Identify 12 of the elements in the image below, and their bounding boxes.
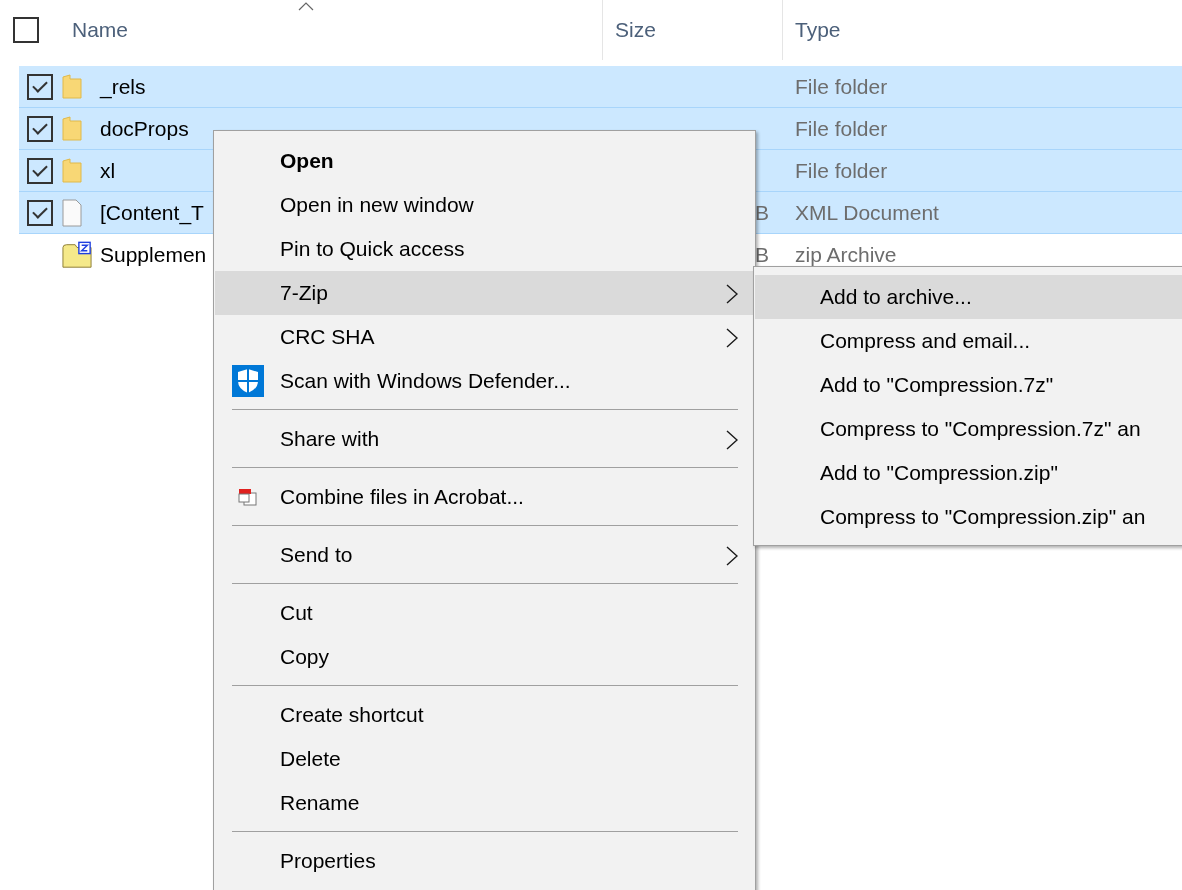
file-type: File folder: [794, 74, 889, 99]
file-type: File folder: [794, 158, 889, 183]
file-size: B: [755, 200, 769, 225]
file-type: File folder: [794, 116, 889, 141]
file-name: _rels: [100, 74, 146, 99]
file-size: B: [755, 242, 769, 267]
file-name: [Content_T: [100, 200, 204, 225]
file-type: zip Archive: [794, 242, 898, 267]
file-name: Supplemen: [100, 242, 207, 267]
file-name: xl: [100, 158, 116, 183]
file-type: XML Document: [794, 200, 940, 225]
file-name: docProps: [100, 116, 189, 141]
